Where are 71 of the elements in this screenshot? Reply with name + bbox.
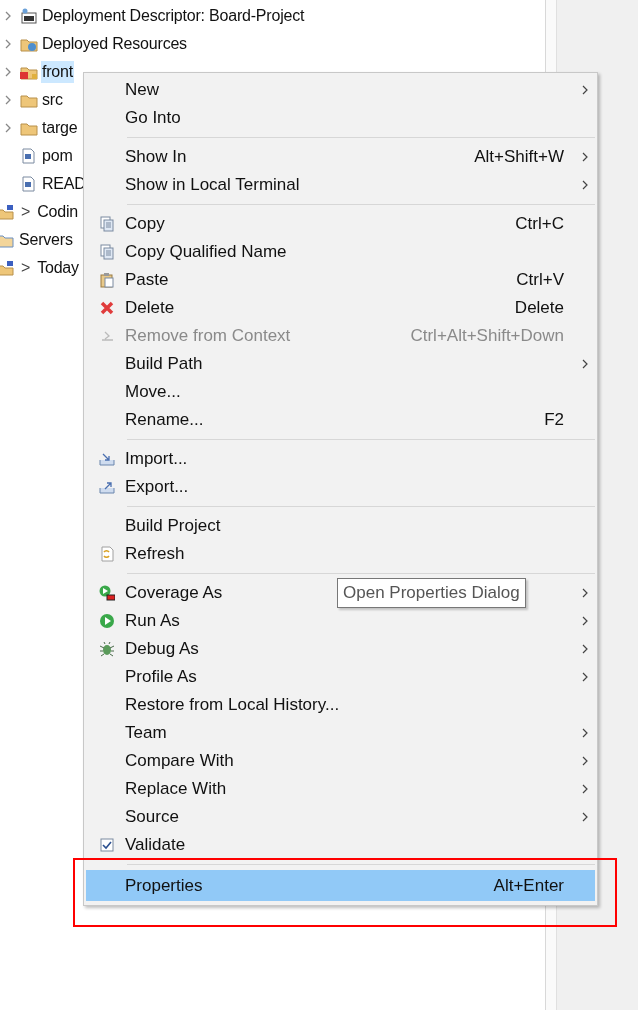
delete-icon	[98, 300, 115, 316]
menu-item[interactable]: Validate	[125, 835, 186, 854]
file-icon	[20, 176, 38, 192]
menu-item[interactable]: Replace With	[125, 779, 227, 798]
tree-item[interactable]: Servers	[18, 229, 74, 251]
refresh-icon	[98, 546, 115, 562]
menu-item[interactable]: Paste	[125, 270, 169, 289]
project-icon	[0, 204, 15, 220]
run-icon	[98, 613, 115, 629]
expand-chevron-icon[interactable]	[3, 122, 13, 134]
copy-icon	[98, 216, 115, 232]
menu-item[interactable]: Compare With	[125, 751, 234, 770]
tree-item[interactable]: Deployment Descriptor: Board-Project	[41, 5, 306, 27]
decoration-mark: >	[21, 259, 31, 277]
menu-item[interactable]: Restore from Local History...	[125, 695, 340, 714]
tooltip: Open Properties Dialog	[337, 578, 526, 608]
expand-chevron-icon[interactable]	[3, 38, 13, 50]
menu-item[interactable]: Show in Local Terminal	[125, 175, 300, 194]
shortcut-text: Ctrl+V	[516, 270, 564, 290]
menu-item[interactable]: Copy	[125, 214, 165, 233]
menu-item[interactable]: Profile As	[125, 667, 197, 686]
folder-icon	[20, 64, 38, 80]
tree-item[interactable]: src	[41, 89, 64, 111]
decoration-mark: >	[21, 203, 31, 221]
shortcut-text: Alt+Shift+W	[474, 147, 564, 167]
menu-item[interactable]: Team	[125, 723, 167, 742]
menu-item[interactable]: Coverage As	[125, 583, 223, 602]
paste-icon	[98, 272, 115, 288]
folder-icon	[20, 120, 38, 136]
tree-item[interactable]: Today	[36, 257, 80, 279]
menu-item[interactable]: Import...	[125, 449, 188, 468]
menu-item[interactable]: Rename...	[125, 410, 204, 429]
shortcut-text: Ctrl+Alt+Shift+Down	[410, 326, 564, 346]
menu-item[interactable]: Export...	[125, 477, 189, 496]
menu-item[interactable]: Debug As	[125, 639, 199, 658]
coverage-icon	[98, 585, 115, 601]
shortcut-text: Ctrl+C	[515, 214, 564, 234]
shortcut-text: Alt+Enter	[493, 875, 564, 896]
selection-highlight[interactable]: Properties Alt+Enter	[86, 870, 595, 901]
menu-item[interactable]: Properties	[125, 875, 203, 895]
tree-item[interactable]: pom	[41, 145, 74, 167]
menu-item[interactable]: Build Path	[125, 354, 203, 373]
menu-item[interactable]: Build Project	[125, 516, 221, 535]
menu-item[interactable]: Go Into	[125, 108, 181, 127]
project-icon	[0, 260, 15, 276]
import-icon	[98, 451, 115, 467]
menu-item[interactable]: Refresh	[125, 544, 185, 563]
tree-item[interactable]: Deployed Resources	[41, 33, 188, 55]
menu-item[interactable]: Source	[125, 807, 179, 826]
tree-item[interactable]: front	[41, 61, 75, 83]
menu-item[interactable]: Run As	[125, 611, 180, 630]
menu-item[interactable]: Delete	[125, 298, 175, 317]
menu-item[interactable]: Show In	[125, 147, 187, 166]
folder-icon	[20, 92, 38, 108]
folder-icon	[20, 36, 38, 52]
bug-icon	[98, 641, 115, 657]
copy-icon	[98, 244, 115, 260]
descriptor-icon	[20, 8, 38, 24]
shortcut-text: F2	[544, 410, 564, 430]
menu-item[interactable]: Move...	[125, 382, 181, 401]
tree-item[interactable]: Codin	[36, 201, 79, 223]
expand-chevron-icon[interactable]	[3, 66, 13, 78]
menu-item[interactable]: New	[125, 80, 159, 99]
expand-chevron-icon[interactable]	[3, 94, 13, 106]
tree-item[interactable]: targe	[41, 117, 79, 139]
shortcut-text: Delete	[514, 298, 564, 318]
folder-icon	[0, 232, 15, 248]
export-icon	[98, 479, 115, 495]
file-icon	[20, 148, 38, 164]
menu-item[interactable]: Copy Qualified Name	[125, 242, 287, 261]
expand-chevron-icon[interactable]	[3, 10, 13, 22]
